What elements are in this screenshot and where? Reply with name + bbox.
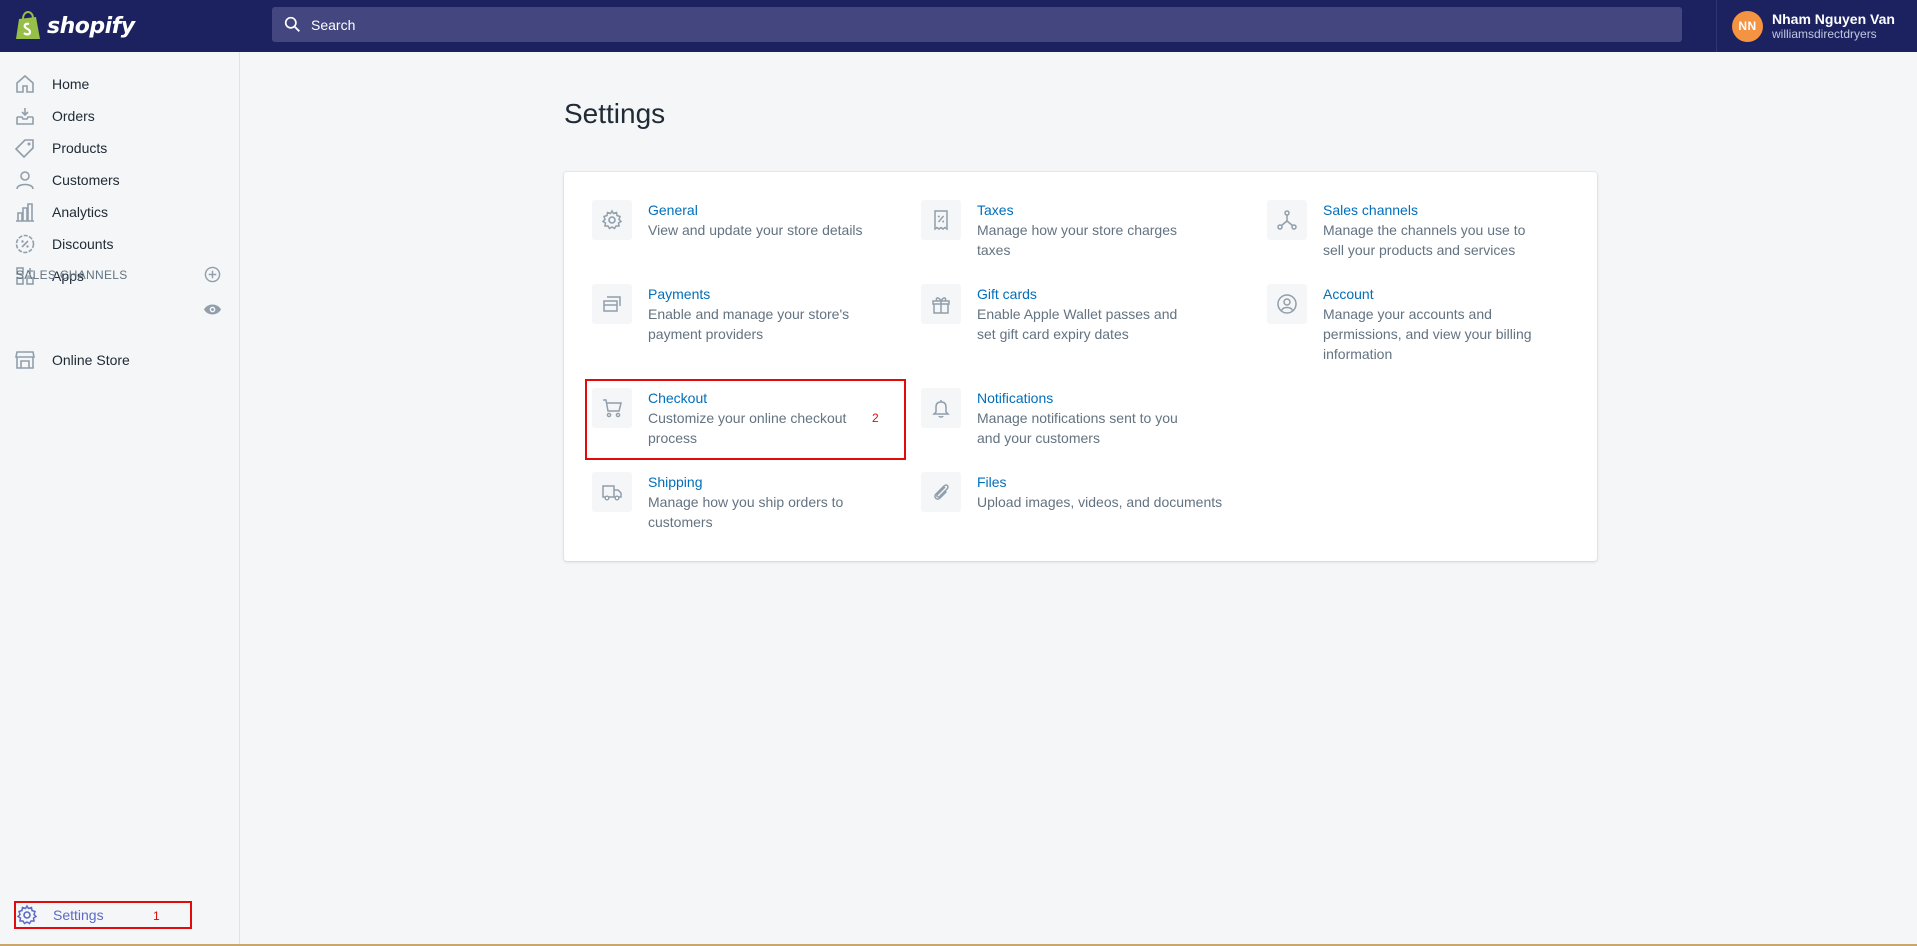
gear-icon (601, 209, 623, 230)
sales-channels-title: SALES CHANNELS (16, 268, 128, 282)
add-sales-channel-icon[interactable] (204, 266, 221, 283)
sidebar-item-label: Online Store (52, 352, 130, 368)
tile-description: Enable Apple Wallet passes and set gift … (977, 306, 1178, 342)
sidebar-item-analytics[interactable]: Analytics (0, 196, 239, 228)
tile-description: Manage notifications sent to you and you… (977, 410, 1178, 446)
truck-icon (602, 485, 622, 501)
settings-tile-notifications[interactable]: Notifications Manage notifications sent … (921, 388, 1197, 448)
tile-title[interactable]: Account (1323, 284, 1543, 304)
user-menu[interactable]: NN Nham Nguyen Van williamsdirectdryers (1716, 0, 1917, 52)
settings-tile-payments[interactable]: Payments Enable and manage your store's … (592, 284, 868, 344)
settings-tile-shipping[interactable]: Shipping Manage how you ship orders to c… (592, 472, 868, 532)
settings-tile-account[interactable]: Account Manage your accounts and permiss… (1267, 284, 1543, 364)
tile-description: Enable and manage your store's payment p… (648, 306, 850, 342)
tile-description: Manage the channels you use to sell your… (1323, 222, 1526, 258)
settings-tile-sales-channels[interactable]: Sales channels Manage the channels you u… (1267, 200, 1543, 260)
tile-title[interactable]: Gift cards (977, 284, 1197, 304)
tile-title[interactable]: General (648, 200, 868, 220)
settings-label: Settings (53, 907, 104, 923)
top-bar: shopify Search NN Nham Nguyen Van willia… (0, 0, 1917, 52)
tile-title[interactable]: Sales channels (1323, 200, 1543, 220)
home-icon (16, 74, 34, 93)
checkout-highlight-box (585, 379, 906, 460)
eye-icon[interactable] (203, 300, 222, 319)
settings-tile-taxes[interactable]: Taxes Manage how your store charges taxe… (921, 200, 1197, 260)
shopify-logo[interactable]: shopify (0, 0, 240, 52)
orders-icon (16, 108, 34, 125)
shopify-bag-icon (16, 11, 40, 39)
sidebar-item-discounts[interactable]: Discounts (0, 228, 239, 260)
tile-description: Manage how you ship orders to customers (648, 494, 844, 530)
page-title: Settings (564, 98, 666, 129)
gear-icon (16, 904, 38, 925)
sidebar-item-customers[interactable]: Customers (0, 164, 239, 196)
sidebar-item-home[interactable]: Home (0, 68, 239, 100)
sidebar-item-label: Discounts (52, 236, 114, 252)
tile-title[interactable]: Notifications (977, 388, 1197, 408)
store-icon (15, 351, 35, 369)
bell-icon (932, 400, 950, 418)
settings-tile-gift-cards[interactable]: Gift cards Enable Apple Wallet passes an… (921, 284, 1197, 344)
tile-description: Manage how your store charges taxes (977, 222, 1177, 258)
tile-title[interactable]: Shipping (648, 472, 868, 492)
person-icon (16, 171, 34, 190)
settings-tile-general[interactable]: General View and update your store detai… (592, 200, 868, 240)
sidebar-item-label: Customers (52, 172, 120, 188)
tag-icon (14, 139, 34, 159)
sidebar-item-label: Products (52, 140, 108, 156)
sidebar-item-orders[interactable]: Orders (0, 100, 239, 132)
sidebar-item-online-store[interactable]: Online Store (0, 344, 190, 376)
payments-icon (603, 296, 621, 312)
brand-name: shopify (47, 13, 135, 39)
tile-description: Upload images, videos, and documents (977, 494, 1223, 510)
sidebar-item-settings[interactable]: Settings (14, 901, 192, 929)
search-placeholder: Search (311, 16, 356, 33)
annotation-number-1: 1 (153, 909, 160, 923)
sidebar-item-label: Home (52, 76, 90, 92)
account-icon (1277, 294, 1297, 314)
store-name: williamsdirectdryers (1772, 27, 1877, 41)
tile-title[interactable]: Files (977, 472, 1237, 492)
tile-description: View and update your store details (648, 222, 863, 238)
search-icon (284, 16, 300, 32)
tile-description: Manage your accounts and permissions, an… (1323, 306, 1532, 362)
channels-icon (1277, 210, 1297, 230)
avatar: NN (1732, 10, 1763, 42)
paperclip-icon (934, 484, 949, 500)
sidebar-item-products[interactable]: Products (0, 132, 239, 164)
receipt-icon (934, 210, 948, 231)
gift-icon (932, 297, 950, 314)
settings-card: General View and update your store detai… (564, 172, 1597, 561)
sidebar-item-label: Orders (52, 108, 95, 124)
sidebar-item-label: Analytics (52, 204, 109, 220)
settings-tile-files[interactable]: Files Upload images, videos, and documen… (921, 472, 1237, 512)
user-name: Nham Nguyen Van (1772, 11, 1895, 27)
bar-chart-icon (16, 203, 34, 222)
search-input[interactable]: Search (272, 7, 1682, 42)
annotation-number-2: 2 (872, 411, 879, 425)
tile-title[interactable]: Taxes (977, 200, 1197, 220)
discount-icon (15, 234, 35, 254)
tile-title[interactable]: Payments (648, 284, 868, 304)
